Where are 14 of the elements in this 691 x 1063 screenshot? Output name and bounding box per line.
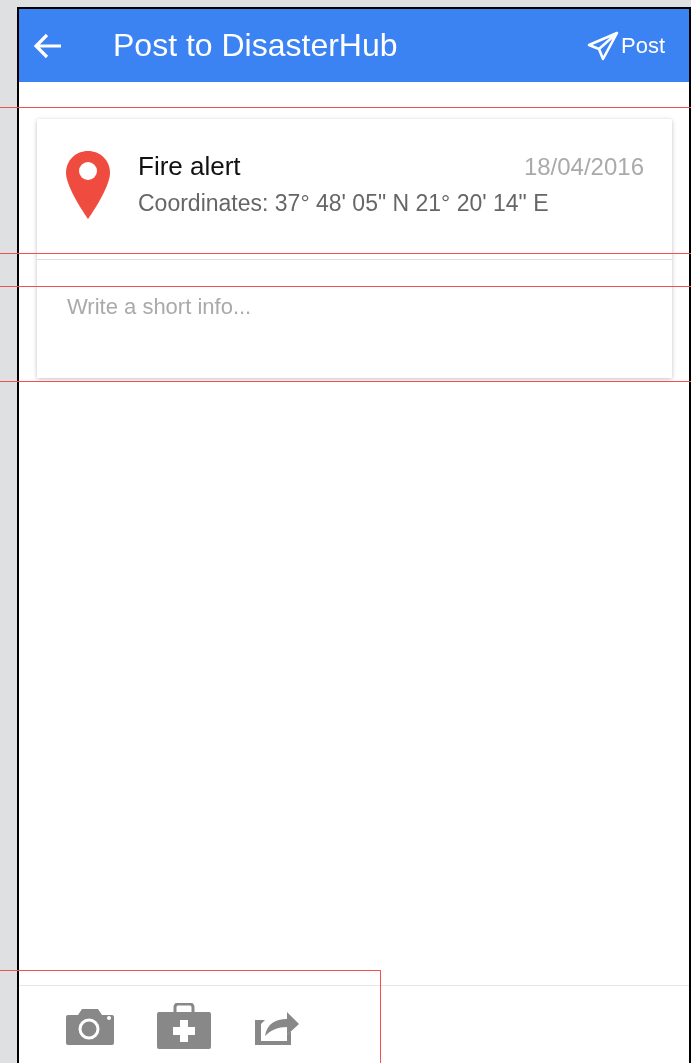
alert-date: 18/04/2016: [523, 153, 644, 181]
back-button[interactable]: [33, 32, 63, 59]
camera-button[interactable]: [65, 1006, 115, 1045]
first-aid-button[interactable]: [157, 1002, 211, 1049]
alert-title: Fire alert: [138, 151, 241, 182]
first-aid-kit-icon: [157, 1002, 211, 1049]
back-arrow-icon: [33, 32, 63, 59]
camera-icon: [65, 1006, 115, 1045]
info-input-field[interactable]: Write a short info...: [37, 260, 672, 378]
coordinates-text: Coordinates: 37° 48' 05" N 21° 20' 14" E: [138, 190, 550, 217]
screen-title: Post to DisasterHub: [113, 27, 399, 64]
post-button[interactable]: Post: [586, 30, 665, 61]
location-pin-icon: [66, 151, 110, 219]
paper-plane-icon: [586, 30, 619, 61]
